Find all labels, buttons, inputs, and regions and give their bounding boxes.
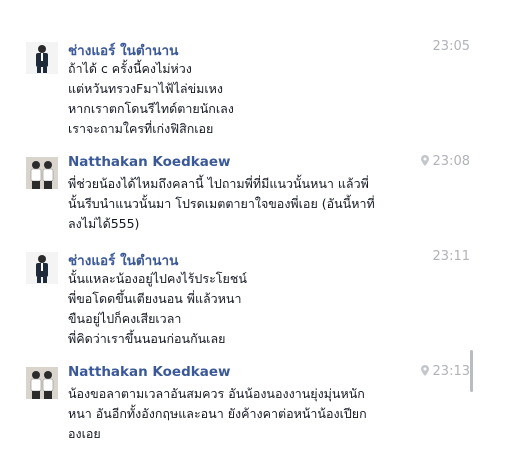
male-avatar-icon[interactable] (26, 252, 58, 284)
location-pin-icon[interactable] (420, 365, 429, 380)
message-body: พี่ช่วยน้องได้ไหมถึงคลานี้ ไปถามพี่ที่มี… (68, 174, 448, 234)
sender-name[interactable]: Natthakan Koedkaew (68, 154, 230, 170)
message-timestamp: 23:13 (432, 364, 470, 379)
message-line: แต่หวันทรวงFมาไฟ้ไล่ข่มเหง (68, 81, 223, 96)
message-line: หากเราตกโดนรีไทด์ตายนักเลง (68, 101, 234, 116)
message-line: ขืนอยู่ไปก็คงเสียเวลา (68, 311, 182, 326)
couple-avatar-icon[interactable] (26, 157, 58, 189)
message-line: นั้นรีบนำแนวนั้นมา โปรดเมตตายาใจของพี่เอ… (68, 196, 375, 211)
message-timestamp: 23:11 (432, 249, 470, 264)
message-line: ถ้าได้ c ครั้งนี้คงไม่ห่วง (68, 61, 192, 76)
message-line: พี่ขอโดดขึ้นเตียงนอน พี่แล้วหนา (68, 291, 242, 306)
message-body: ถ้าได้ c ครั้งนี้คงไม่ห่วง แต่หวันทรวงFม… (68, 59, 448, 139)
couple-avatar-icon[interactable] (26, 367, 58, 399)
message-line: เราจะถามใครที่เก่งฟิสิกเอย (68, 121, 214, 136)
sender-name[interactable]: Natthakan Koedkaew (68, 364, 230, 380)
location-pin-icon[interactable] (420, 155, 429, 170)
message-body: นั้นแหละน้องอยู่ไปคงไร้ประโยชน์ พี่ขอโดด… (68, 269, 448, 349)
message-body: น้องขอลาตามเวลาอันสมควร อันน้องนองงานยุ่… (68, 384, 448, 444)
male-avatar-icon[interactable] (26, 42, 58, 74)
message-timestamp-wrap: 23:13 (420, 364, 470, 380)
message-line: พี่คิดว่าเราขึ้นนอนก่อนกันเลย (68, 331, 226, 346)
sender-name[interactable]: ช่างแอร์ ในตำนาน (68, 39, 178, 61)
message-thread: ช่างแอร์ ในตำนาน 23:05 ถ้าได้ c ครั้งนี้… (0, 0, 508, 469)
message-line: พี่ช่วยน้องได้ไหมถึงคลานี้ ไปถามพี่ที่มี… (68, 176, 369, 191)
message-timestamp: 23:05 (432, 39, 470, 54)
scrollbar-thumb[interactable] (470, 350, 473, 392)
message-line: ลงไม่ได้555) (68, 216, 140, 231)
sender-name[interactable]: ช่างแอร์ ในตำนาน (68, 249, 178, 271)
message-timestamp-wrap: 23:08 (420, 154, 470, 170)
message-timestamp: 23:08 (432, 154, 470, 169)
message-line: นั้นแหละน้องอยู่ไปคงไร้ประโยชน์ (68, 271, 247, 286)
message-line: หนา อันอีกทั้งอังกฤษและอนา ยังค้างคาต่อห… (68, 406, 367, 421)
message-line: องเอย (68, 426, 101, 441)
message-line: น้องขอลาตามเวลาอันสมควร อันน้องนองงานยุ่… (68, 386, 365, 401)
